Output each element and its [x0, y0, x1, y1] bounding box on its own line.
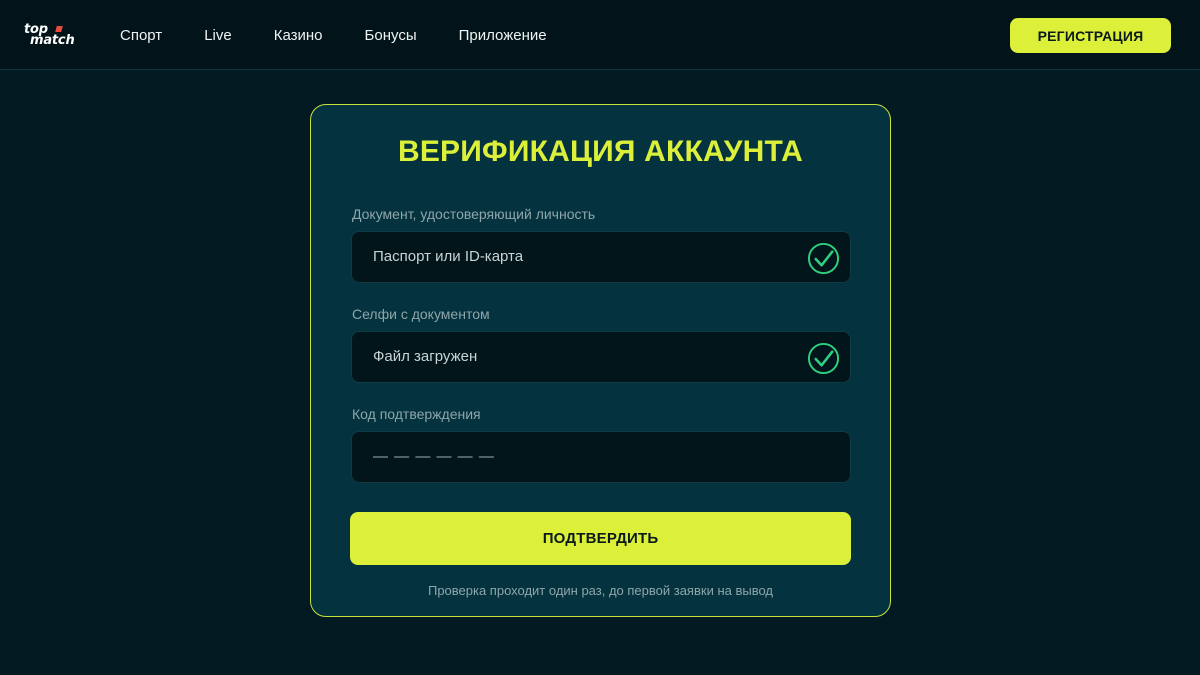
nav-item-bonuses[interactable]: Бонусы [365, 27, 417, 44]
register-button[interactable]: РЕГИСТРАЦИЯ [1010, 18, 1171, 53]
verification-card: ВЕРИФИКАЦИЯ АККАУНТА Документ, удостовер… [310, 104, 891, 617]
logo-dot-icon [55, 26, 63, 32]
id-document-field[interactable]: Паспорт или ID-карта [351, 231, 851, 283]
code-label: Код подтверждения [352, 406, 481, 422]
logo-text-bottom: match [30, 33, 75, 48]
nav-item-sport[interactable]: Спорт [120, 27, 162, 44]
main-nav: Спорт Live Казино Бонусы Приложение [120, 0, 589, 70]
confirm-button[interactable]: ПОДТВЕРДИТЬ [350, 512, 851, 565]
card-title: ВЕРИФИКАЦИЯ АККАУНТА [397, 135, 803, 168]
topmatch-logo[interactable]: top match [22, 22, 88, 48]
verification-note: Проверка проходит один раз, до первой за… [427, 583, 774, 598]
code-placeholder: — — — — — — [373, 448, 495, 465]
selfie-upload-field[interactable]: Файл загружен [351, 331, 851, 383]
id-document-label: Документ, удостоверяющий личность [352, 206, 596, 222]
nav-item-app[interactable]: Приложение [459, 27, 547, 44]
top-navigation-bar: top match Спорт Live Казино Бонусы Прило… [0, 0, 1200, 70]
check-circle-icon [807, 342, 840, 375]
selfie-label: Селфи с документом [352, 306, 490, 322]
nav-item-casino[interactable]: Казино [274, 27, 323, 44]
nav-item-live[interactable]: Live [204, 27, 232, 44]
check-circle-icon [807, 242, 840, 275]
selfie-value: Файл загружен [373, 348, 478, 365]
id-document-value: Паспорт или ID-карта [373, 248, 524, 265]
confirmation-code-input[interactable]: — — — — — — [351, 431, 851, 483]
